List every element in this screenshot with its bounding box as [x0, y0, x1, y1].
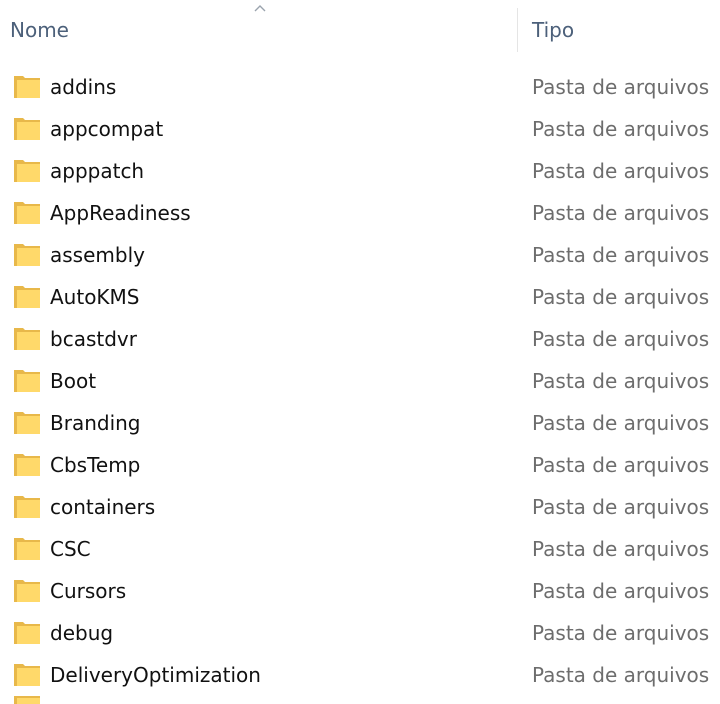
column-divider[interactable]: [517, 8, 518, 52]
folder-icon: [14, 76, 40, 98]
folder-icon: [14, 454, 40, 476]
item-type: Pasta de arquivos: [532, 285, 710, 309]
list-item[interactable]: DeliveryOptimization Pasta de arquivos: [0, 654, 720, 696]
folder-icon: [14, 244, 40, 266]
folder-icon: [14, 696, 40, 704]
column-header-bar: Nome Tipo: [0, 0, 720, 58]
list-item[interactable]: assembly Pasta de arquivos: [0, 234, 720, 276]
list-item[interactable]: AutoKMS Pasta de arquivos: [0, 276, 720, 318]
item-type: Pasta de arquivos: [532, 537, 710, 561]
item-type: Pasta de arquivos: [532, 327, 710, 351]
item-name: AppReadiness: [50, 201, 191, 225]
folder-icon: [14, 370, 40, 392]
item-type: Pasta de arquivos: [532, 495, 710, 519]
folder-icon: [14, 328, 40, 350]
folder-icon: [14, 664, 40, 686]
list-item[interactable]: Cursors Pasta de arquivos: [0, 570, 720, 612]
folder-icon: [14, 622, 40, 644]
list-item[interactable]: apppatch Pasta de arquivos: [0, 150, 720, 192]
item-name: appcompat: [50, 117, 164, 141]
item-name: debug: [50, 621, 114, 645]
list-item[interactable]: AppReadiness Pasta de arquivos: [0, 192, 720, 234]
item-name: Cursors: [50, 579, 127, 603]
item-type: Pasta de arquivos: [532, 621, 710, 645]
item-name: Branding: [50, 411, 141, 435]
item-type: Pasta de arquivos: [532, 369, 710, 393]
item-name: apppatch: [50, 159, 145, 183]
column-header-tipo[interactable]: Tipo: [532, 0, 720, 58]
folder-icon: [14, 580, 40, 602]
item-name: addins: [50, 75, 117, 99]
item-type: Pasta de arquivos: [532, 201, 710, 225]
folder-icon: [14, 286, 40, 308]
folder-icon: [14, 538, 40, 560]
item-type: Pasta de arquivos: [532, 453, 710, 477]
item-type: Pasta de arquivos: [532, 663, 710, 687]
item-name: DeliveryOptimization: [50, 663, 261, 687]
file-list: addins Pasta de arquivos appcompat Pasta de…: [0, 66, 720, 696]
folder-icon: [14, 412, 40, 434]
list-item[interactable]: bcastdvr Pasta de arquivos: [0, 318, 720, 360]
item-name: Boot: [50, 369, 97, 393]
folder-icon: [14, 202, 40, 224]
list-item[interactable]: debug Pasta de arquivos: [0, 612, 720, 654]
list-item[interactable]: CbsTemp Pasta de arquivos: [0, 444, 720, 486]
item-name: CbsTemp: [50, 453, 141, 477]
item-type: Pasta de arquivos: [532, 159, 710, 183]
list-item[interactable]: CSC Pasta de arquivos: [0, 528, 720, 570]
folder-icon: [14, 496, 40, 518]
folder-icon: [14, 118, 40, 140]
item-type: Pasta de arquivos: [532, 117, 710, 141]
item-type: Pasta de arquivos: [532, 75, 710, 99]
file-explorer-list: Nome Tipo addins Pasta de arquivos appcomp…: [0, 0, 720, 704]
list-item[interactable]: addins Pasta de arquivos: [0, 66, 720, 108]
item-name: containers: [50, 495, 156, 519]
list-item[interactable]: Branding Pasta de arquivos: [0, 402, 720, 444]
item-type: Pasta de arquivos: [532, 243, 710, 267]
folder-icon: [14, 160, 40, 182]
item-name: AutoKMS: [50, 285, 140, 309]
item-name: bcastdvr: [50, 327, 137, 351]
column-header-nome[interactable]: Nome: [10, 0, 515, 58]
list-item[interactable]: Boot Pasta de arquivos: [0, 360, 720, 402]
item-name: CSC: [50, 537, 91, 561]
item-type: Pasta de arquivos: [532, 579, 710, 603]
item-name: assembly: [50, 243, 145, 267]
list-item[interactable]: containers Pasta de arquivos: [0, 486, 720, 528]
item-type: Pasta de arquivos: [532, 411, 710, 435]
list-item[interactable]: appcompat Pasta de arquivos: [0, 108, 720, 150]
